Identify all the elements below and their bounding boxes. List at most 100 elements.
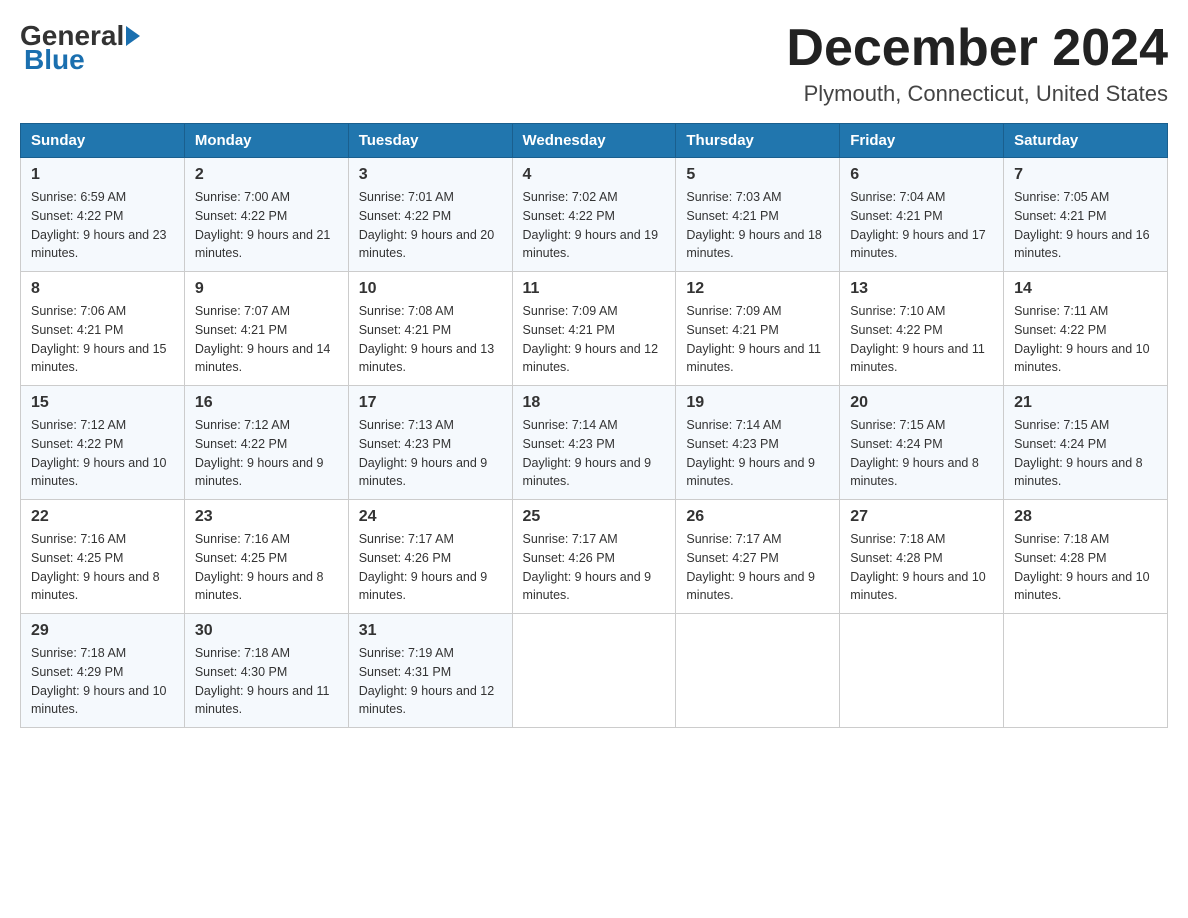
calendar-day-cell: 11 Sunrise: 7:09 AMSunset: 4:21 PMDaylig… [512,272,676,386]
calendar-day-cell: 24 Sunrise: 7:17 AMSunset: 4:26 PMDaylig… [348,500,512,614]
calendar-day-cell: 20 Sunrise: 7:15 AMSunset: 4:24 PMDaylig… [840,386,1004,500]
calendar-day-cell: 26 Sunrise: 7:17 AMSunset: 4:27 PMDaylig… [676,500,840,614]
calendar-header: Sunday Monday Tuesday Wednesday Thursday… [21,124,1168,158]
calendar-week-row: 15 Sunrise: 7:12 AMSunset: 4:22 PMDaylig… [21,386,1168,500]
day-info: Sunrise: 7:07 AMSunset: 4:21 PMDaylight:… [195,304,331,374]
calendar-day-cell: 15 Sunrise: 7:12 AMSunset: 4:22 PMDaylig… [21,386,185,500]
header-saturday: Saturday [1004,124,1168,158]
day-number: 11 [523,280,666,298]
header-sunday: Sunday [21,124,185,158]
day-number: 15 [31,394,174,412]
day-number: 17 [359,394,502,412]
calendar-day-cell: 8 Sunrise: 7:06 AMSunset: 4:21 PMDayligh… [21,272,185,386]
day-info: Sunrise: 7:04 AMSunset: 4:21 PMDaylight:… [850,190,986,260]
calendar-day-cell: 2 Sunrise: 7:00 AMSunset: 4:22 PMDayligh… [184,158,348,272]
calendar-day-cell [512,614,676,728]
day-info: Sunrise: 7:19 AMSunset: 4:31 PMDaylight:… [359,646,495,716]
day-number: 29 [31,622,174,640]
day-info: Sunrise: 7:08 AMSunset: 4:21 PMDaylight:… [359,304,495,374]
day-number: 5 [686,166,829,184]
logo-blue-text: Blue [24,44,85,75]
day-info: Sunrise: 7:15 AMSunset: 4:24 PMDaylight:… [1014,418,1143,488]
calendar-day-cell: 28 Sunrise: 7:18 AMSunset: 4:28 PMDaylig… [1004,500,1168,614]
day-number: 14 [1014,280,1157,298]
calendar-day-cell: 10 Sunrise: 7:08 AMSunset: 4:21 PMDaylig… [348,272,512,386]
calendar-day-cell: 9 Sunrise: 7:07 AMSunset: 4:21 PMDayligh… [184,272,348,386]
calendar-day-cell: 5 Sunrise: 7:03 AMSunset: 4:21 PMDayligh… [676,158,840,272]
day-info: Sunrise: 7:18 AMSunset: 4:29 PMDaylight:… [31,646,167,716]
day-number: 3 [359,166,502,184]
day-info: Sunrise: 7:03 AMSunset: 4:21 PMDaylight:… [686,190,822,260]
calendar-day-cell [676,614,840,728]
day-number: 20 [850,394,993,412]
day-info: Sunrise: 7:12 AMSunset: 4:22 PMDaylight:… [31,418,167,488]
calendar-week-row: 22 Sunrise: 7:16 AMSunset: 4:25 PMDaylig… [21,500,1168,614]
day-info: Sunrise: 7:17 AMSunset: 4:26 PMDaylight:… [523,532,652,602]
day-info: Sunrise: 7:01 AMSunset: 4:22 PMDaylight:… [359,190,495,260]
day-info: Sunrise: 7:00 AMSunset: 4:22 PMDaylight:… [195,190,331,260]
calendar-day-cell: 18 Sunrise: 7:14 AMSunset: 4:23 PMDaylig… [512,386,676,500]
calendar-day-cell: 23 Sunrise: 7:16 AMSunset: 4:25 PMDaylig… [184,500,348,614]
calendar-body: 1 Sunrise: 6:59 AMSunset: 4:22 PMDayligh… [21,158,1168,728]
day-info: Sunrise: 7:17 AMSunset: 4:26 PMDaylight:… [359,532,488,602]
day-info: Sunrise: 7:13 AMSunset: 4:23 PMDaylight:… [359,418,488,488]
day-info: Sunrise: 7:18 AMSunset: 4:30 PMDaylight:… [195,646,330,716]
calendar-day-cell: 27 Sunrise: 7:18 AMSunset: 4:28 PMDaylig… [840,500,1004,614]
title-section: December 2024 Plymouth, Connecticut, Uni… [786,20,1168,107]
month-title: December 2024 [786,20,1168,77]
header-tuesday: Tuesday [348,124,512,158]
day-info: Sunrise: 7:18 AMSunset: 4:28 PMDaylight:… [1014,532,1150,602]
calendar-day-cell [840,614,1004,728]
day-number: 6 [850,166,993,184]
calendar-day-cell: 1 Sunrise: 6:59 AMSunset: 4:22 PMDayligh… [21,158,185,272]
calendar-week-row: 8 Sunrise: 7:06 AMSunset: 4:21 PMDayligh… [21,272,1168,386]
calendar-day-cell: 16 Sunrise: 7:12 AMSunset: 4:22 PMDaylig… [184,386,348,500]
day-number: 31 [359,622,502,640]
calendar-day-cell: 6 Sunrise: 7:04 AMSunset: 4:21 PMDayligh… [840,158,1004,272]
location-text: Plymouth, Connecticut, United States [786,81,1168,107]
calendar-table: Sunday Monday Tuesday Wednesday Thursday… [20,123,1168,728]
day-number: 8 [31,280,174,298]
calendar-day-cell: 14 Sunrise: 7:11 AMSunset: 4:22 PMDaylig… [1004,272,1168,386]
day-info: Sunrise: 7:06 AMSunset: 4:21 PMDaylight:… [31,304,167,374]
calendar-day-cell: 7 Sunrise: 7:05 AMSunset: 4:21 PMDayligh… [1004,158,1168,272]
day-info: Sunrise: 7:05 AMSunset: 4:21 PMDaylight:… [1014,190,1150,260]
calendar-day-cell: 21 Sunrise: 7:15 AMSunset: 4:24 PMDaylig… [1004,386,1168,500]
calendar-day-cell: 29 Sunrise: 7:18 AMSunset: 4:29 PMDaylig… [21,614,185,728]
calendar-day-cell: 4 Sunrise: 7:02 AMSunset: 4:22 PMDayligh… [512,158,676,272]
day-number: 7 [1014,166,1157,184]
calendar-week-row: 29 Sunrise: 7:18 AMSunset: 4:29 PMDaylig… [21,614,1168,728]
header-wednesday: Wednesday [512,124,676,158]
calendar-day-cell: 13 Sunrise: 7:10 AMSunset: 4:22 PMDaylig… [840,272,1004,386]
day-number: 4 [523,166,666,184]
day-info: Sunrise: 7:12 AMSunset: 4:22 PMDaylight:… [195,418,324,488]
weekday-header-row: Sunday Monday Tuesday Wednesday Thursday… [21,124,1168,158]
day-number: 22 [31,508,174,526]
calendar-day-cell: 25 Sunrise: 7:17 AMSunset: 4:26 PMDaylig… [512,500,676,614]
day-info: Sunrise: 7:10 AMSunset: 4:22 PMDaylight:… [850,304,985,374]
day-info: Sunrise: 7:17 AMSunset: 4:27 PMDaylight:… [686,532,815,602]
day-info: Sunrise: 7:14 AMSunset: 4:23 PMDaylight:… [523,418,652,488]
day-number: 2 [195,166,338,184]
header-friday: Friday [840,124,1004,158]
day-number: 25 [523,508,666,526]
day-info: Sunrise: 7:09 AMSunset: 4:21 PMDaylight:… [523,304,659,374]
day-number: 27 [850,508,993,526]
day-number: 21 [1014,394,1157,412]
page-header: General Blue December 2024 Plymouth, Con… [20,20,1168,107]
calendar-day-cell: 19 Sunrise: 7:14 AMSunset: 4:23 PMDaylig… [676,386,840,500]
day-number: 19 [686,394,829,412]
day-info: Sunrise: 7:09 AMSunset: 4:21 PMDaylight:… [686,304,821,374]
day-number: 10 [359,280,502,298]
day-info: Sunrise: 7:18 AMSunset: 4:28 PMDaylight:… [850,532,986,602]
calendar-day-cell: 12 Sunrise: 7:09 AMSunset: 4:21 PMDaylig… [676,272,840,386]
day-number: 18 [523,394,666,412]
header-monday: Monday [184,124,348,158]
calendar-day-cell [1004,614,1168,728]
calendar-day-cell: 3 Sunrise: 7:01 AMSunset: 4:22 PMDayligh… [348,158,512,272]
day-number: 30 [195,622,338,640]
day-number: 28 [1014,508,1157,526]
day-info: Sunrise: 7:11 AMSunset: 4:22 PMDaylight:… [1014,304,1150,374]
day-info: Sunrise: 7:02 AMSunset: 4:22 PMDaylight:… [523,190,659,260]
day-number: 23 [195,508,338,526]
